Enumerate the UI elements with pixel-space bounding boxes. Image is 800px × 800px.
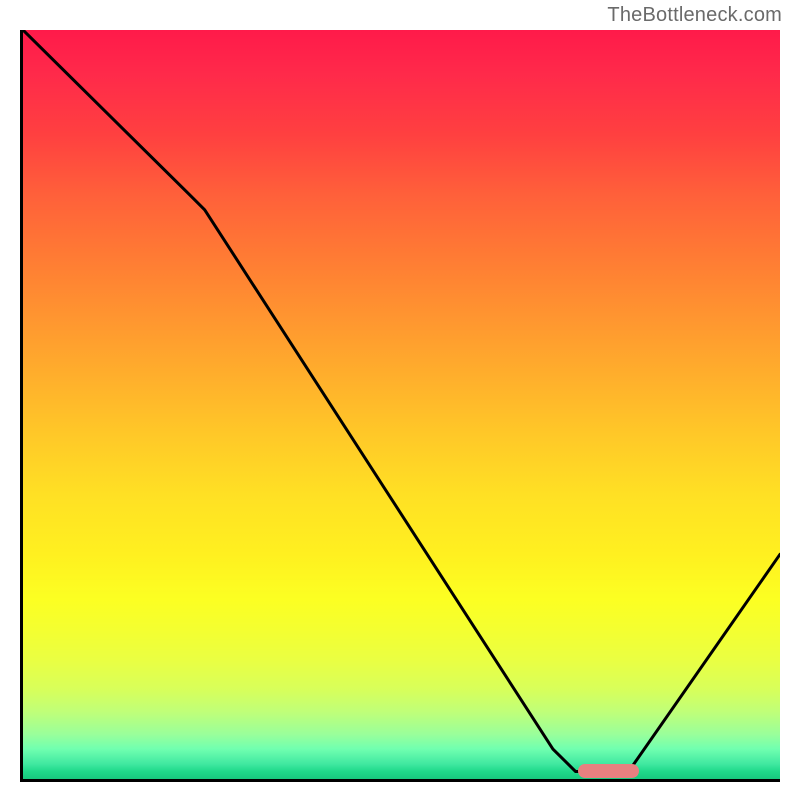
bottleneck-curve-path <box>23 30 780 772</box>
optimal-range-marker <box>578 764 639 778</box>
chart-curve-svg <box>23 30 780 779</box>
chart-plot-area <box>20 30 780 782</box>
watermark-text: TheBottleneck.com <box>607 4 782 27</box>
